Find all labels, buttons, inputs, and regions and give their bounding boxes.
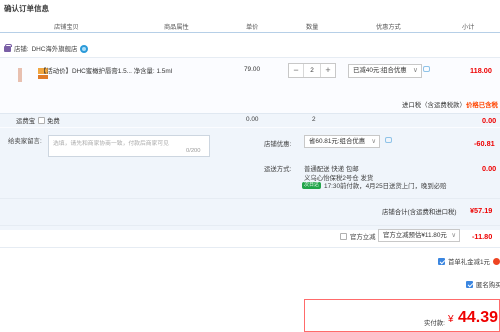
delivery-method: 普通配送 快递 包邮: [304, 166, 359, 173]
promo-select[interactable]: 已减40元:组合优惠 ∨: [348, 64, 422, 78]
anonymous-checkbox[interactable]: [466, 281, 473, 288]
shop-discount-value: 省60.81元:组合优惠: [309, 138, 366, 145]
message-label: 给卖家留言:: [8, 138, 42, 145]
next-day-badge: 次日达: [302, 182, 322, 189]
final-payment-amount: 44.39: [458, 309, 499, 326]
insurance-checkbox[interactable]: [38, 117, 45, 124]
order-table-header: 店铺宝贝 商品属性 单价 数量 优惠方式 小计: [0, 17, 500, 33]
anonymous-label: 匿名购买: [476, 282, 500, 289]
delivery-price: 0.00: [482, 164, 497, 173]
col-item: 店铺宝贝: [54, 24, 79, 31]
tax-included-note: 价格已含税: [466, 102, 498, 109]
insurance-option[interactable]: 免费: [38, 116, 60, 125]
divider: [0, 225, 500, 226]
final-currency: ¥: [448, 314, 454, 325]
gift-card-label: 首单礼金减1元: [448, 259, 490, 266]
quantity-stepper: − 2 +: [288, 63, 336, 78]
chevron-down-icon: ∨: [451, 232, 456, 239]
product-gift-thumbnail-2: [38, 75, 48, 79]
shop-total-amount: ¥57.19: [470, 206, 493, 215]
shop-icon: [4, 43, 12, 52]
official-discount-label: 官方立减: [350, 234, 376, 241]
product-name-link[interactable]: 【活动价】DHC蜜橄护唇膏1.5... 净含量: 1.5ml: [40, 66, 172, 75]
page-title: 确认订单信息: [4, 4, 49, 13]
unit-price: 79.00: [244, 66, 260, 73]
official-discount-value: 官方立减预估¥11.80元: [383, 232, 447, 239]
product-thumbnail[interactable]: [18, 68, 22, 82]
insurance-label: 运费宝: [16, 118, 36, 125]
wangwang-chat-icon[interactable]: [80, 44, 89, 53]
official-discount-option[interactable]: 官方立减: [340, 232, 376, 241]
gift-card-checkbox[interactable]: [438, 258, 445, 265]
anonymous-option[interactable]: 匿名购买: [466, 280, 500, 289]
chevron-down-icon: ∨: [371, 138, 376, 145]
shop-discount-label: 店铺优惠:: [264, 141, 292, 148]
shop-label: 店铺:: [14, 46, 29, 53]
item-subtotal: 118.00: [470, 66, 492, 75]
shop-row: 店铺: DHC海外旗舰店: [4, 43, 89, 53]
promo-select-value: 已减40元:组合优惠: [353, 67, 407, 74]
shop-discount-amount: -60.81: [474, 139, 495, 148]
delivery-eta: 17:30前付款，4月25日送货上门，晚到必赔: [324, 183, 447, 190]
official-discount-amount: -11.80: [472, 232, 493, 241]
final-payment-label: 实付款:: [424, 320, 445, 327]
comment-icon[interactable]: [423, 66, 430, 72]
shop-total-label: 店铺合计(含运费和进口税): [382, 209, 457, 216]
col-subtotal: 小计: [462, 24, 475, 31]
insurance-price: 0.00: [246, 116, 259, 123]
insurance-subtotal: 0.00: [482, 116, 497, 125]
import-tax-label: 进口税（含运费税款）: [402, 102, 466, 109]
col-unit-price: 单价: [246, 24, 259, 31]
delivery-eta-row: 次日达 17:30前付款，4月25日送货上门，晚到必赔: [302, 181, 447, 190]
shop-discount-select[interactable]: 省60.81元:组合优惠 ∨: [304, 135, 380, 148]
shop-name-link[interactable]: DHC海外旗舰店: [32, 44, 78, 53]
col-attributes: 商品属性: [164, 24, 189, 31]
chevron-down-icon: ∨: [412, 67, 418, 74]
info-badge-icon: [492, 258, 500, 265]
discount-comment-icon[interactable]: [385, 137, 392, 143]
col-discount: 优惠方式: [376, 24, 401, 31]
divider: [0, 247, 500, 248]
insurance-qty: 2: [312, 116, 316, 123]
insurance-option-label: 免费: [47, 118, 60, 125]
message-char-count: 0/200: [186, 148, 201, 154]
official-discount-checkbox[interactable]: [340, 233, 347, 240]
col-quantity: 数量: [306, 24, 319, 31]
divider: [0, 198, 500, 199]
gift-card-option[interactable]: 首单礼金减1元: [438, 257, 500, 266]
quantity-value[interactable]: 2: [303, 64, 321, 77]
increase-button[interactable]: +: [321, 64, 335, 77]
official-discount-select[interactable]: 官方立减预估¥11.80元 ∨: [378, 229, 460, 242]
delivery-label: 运送方式:: [264, 166, 292, 173]
decrease-button[interactable]: −: [289, 64, 303, 77]
